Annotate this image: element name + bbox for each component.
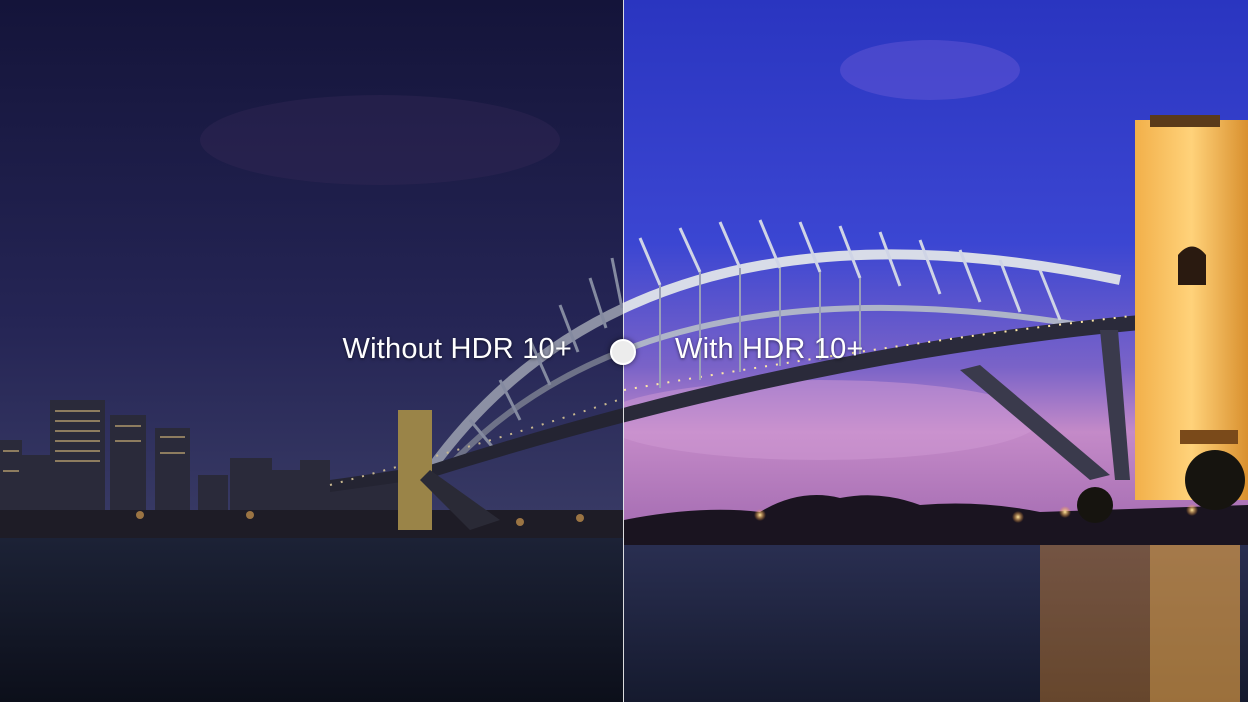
without-hdr-label: Without HDR 10+ bbox=[342, 333, 572, 365]
with-hdr-label: With HDR 10+ bbox=[675, 333, 864, 365]
hdr-comparison-stage: Without HDR 10+ With HDR 10+ bbox=[0, 0, 1248, 702]
slider-handle-icon[interactable] bbox=[610, 339, 636, 365]
